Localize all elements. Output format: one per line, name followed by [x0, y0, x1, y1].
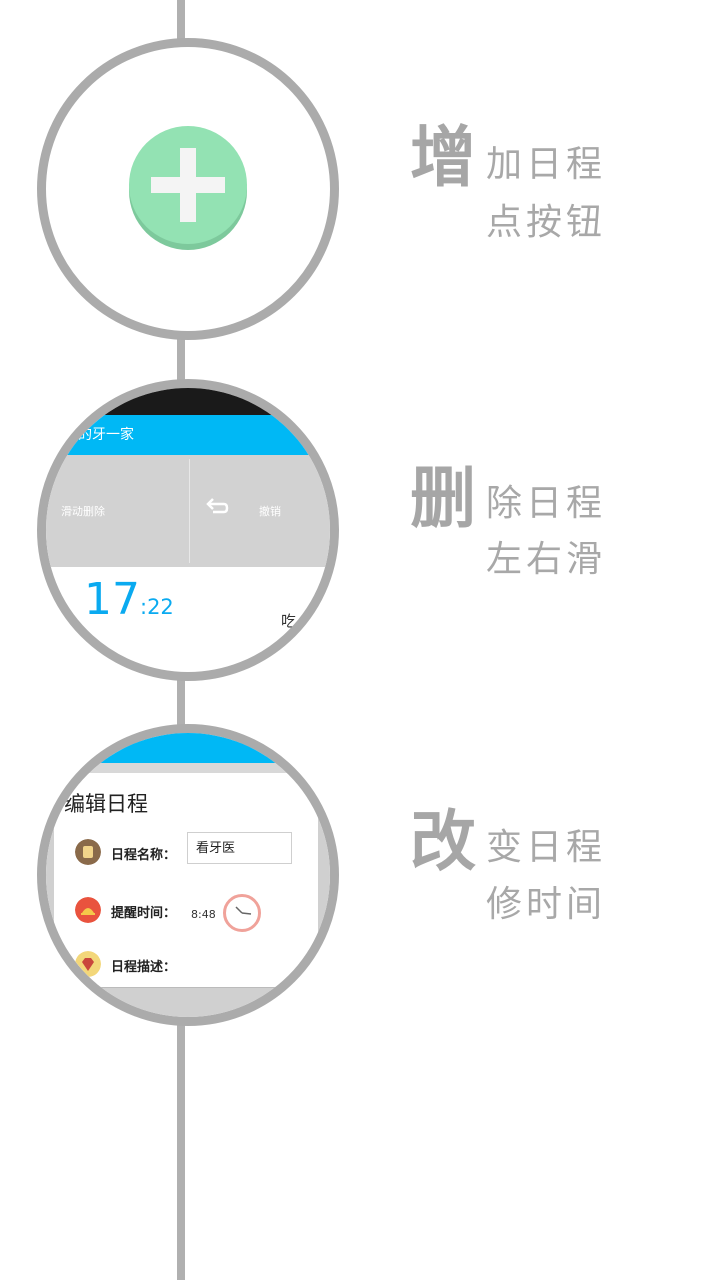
- add-schedule-circle: [37, 38, 339, 340]
- dialog-divider: [54, 987, 318, 988]
- dialog-title: 编辑日程: [64, 792, 148, 816]
- caption-add-sub: 点按钮: [486, 202, 607, 243]
- plus-icon-vertical: [180, 148, 196, 222]
- schedule-name-input[interactable]: 看牙医: [187, 832, 292, 864]
- delete-schedule-circle: 我的牙一家 滑动删除 撤销 17:22 吃: [37, 379, 339, 681]
- caption-edit-rest: 变日程: [486, 827, 607, 868]
- description-label: 日程描述：: [111, 960, 177, 975]
- swipe-delete-panel[interactable]: 滑动删除 撤销: [46, 455, 330, 567]
- caption-add-rest: 加日程: [486, 144, 607, 185]
- schedule-title-cut: 吃: [281, 612, 297, 630]
- caption-delete-big: 删: [410, 460, 476, 537]
- undo-icon[interactable]: [204, 495, 230, 521]
- name-row-icon: [75, 839, 101, 865]
- caption-edit-sub: 修时间: [486, 884, 607, 925]
- caption-add-big: 增: [410, 119, 476, 196]
- time-hour: 17: [84, 574, 140, 625]
- caption-delete-rest: 除日程: [486, 483, 607, 524]
- name-label: 日程名称：: [111, 848, 177, 863]
- app-bar-shadow: [46, 763, 330, 773]
- time-minute: :22: [140, 595, 174, 619]
- description-row-icon: [75, 951, 101, 977]
- reminder-label: 提醒时间：: [111, 906, 177, 921]
- add-button[interactable]: [129, 126, 247, 244]
- app-bar: 我的牙一家: [46, 415, 330, 455]
- app-bar: [46, 733, 330, 763]
- caption-edit-big: 改: [410, 803, 476, 880]
- schedule-time: 17:22: [84, 578, 174, 622]
- clock-icon[interactable]: [223, 894, 261, 932]
- reminder-time-value: 8:48: [191, 908, 216, 921]
- alarm-row-icon: [75, 897, 101, 923]
- edit-schedule-circle: 编辑日程 日程名称： 看牙医 提醒时间： 8:48 日程描述：: [37, 724, 339, 1026]
- swipe-delete-label: 滑动删除: [61, 505, 105, 518]
- status-bar: [46, 388, 330, 415]
- caption-delete-sub: 左右滑: [486, 539, 607, 580]
- undo-button[interactable]: 撤销: [259, 503, 281, 519]
- panel-divider: [189, 459, 190, 563]
